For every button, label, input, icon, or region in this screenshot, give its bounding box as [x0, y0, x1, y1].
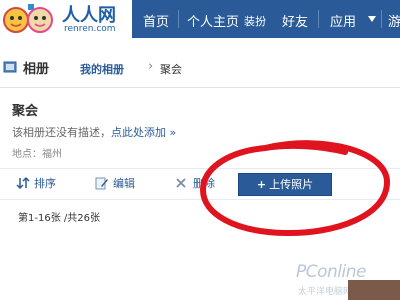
highlight-circle-annotation — [199, 140, 391, 237]
logo-url: renren.com — [64, 24, 116, 34]
breadcrumb-my-albums[interactable]: 我的相册 — [80, 61, 124, 77]
album-location: 地点：福州 — [12, 149, 62, 160]
nav-friends[interactable]: 好友 — [282, 11, 308, 30]
album-description: 该相册还没有描述，点此处添加 » — [12, 124, 176, 140]
breadcrumb-separator: › — [148, 59, 154, 74]
nav-divider — [318, 10, 319, 28]
add-description-link[interactable]: 点此处添加 — [111, 126, 166, 139]
logo-faces-icon — [3, 4, 53, 33]
edit-button[interactable]: 编辑 — [113, 175, 135, 191]
nav-dress-up[interactable]: 装扮 — [244, 13, 266, 29]
site-logo[interactable]: 人人网 renren.com — [0, 0, 132, 38]
album-name: 聚会 — [12, 104, 39, 119]
nav-home[interactable]: 首页 — [143, 11, 169, 30]
description-arrow: » — [169, 126, 177, 139]
chevron-down-icon[interactable] — [368, 16, 376, 22]
nav-apps[interactable]: 应用 — [330, 11, 356, 30]
sort-icon — [16, 176, 30, 190]
photo-thumbnail[interactable] — [348, 280, 400, 300]
album-section-header — [0, 52, 400, 88]
sort-button[interactable]: 排序 — [34, 175, 56, 191]
nav-games[interactable]: 游 — [388, 11, 400, 30]
edit-icon — [95, 177, 108, 190]
nav-profile[interactable]: 个人主页 — [187, 11, 239, 30]
breadcrumb-current: 聚会 — [160, 63, 182, 76]
watermark-subtitle: 太平洋电脑网 — [298, 287, 353, 297]
page-title: 相册 — [23, 62, 50, 77]
delete-icon — [176, 178, 186, 188]
nav-divider — [381, 10, 382, 28]
description-text: 该相册还没有描述， — [12, 126, 111, 139]
photo-count: 第1-16张 /共26张 — [18, 213, 100, 224]
album-icon — [3, 61, 17, 73]
watermark-logo: PConline — [296, 262, 366, 282]
nav-divider — [178, 10, 179, 28]
